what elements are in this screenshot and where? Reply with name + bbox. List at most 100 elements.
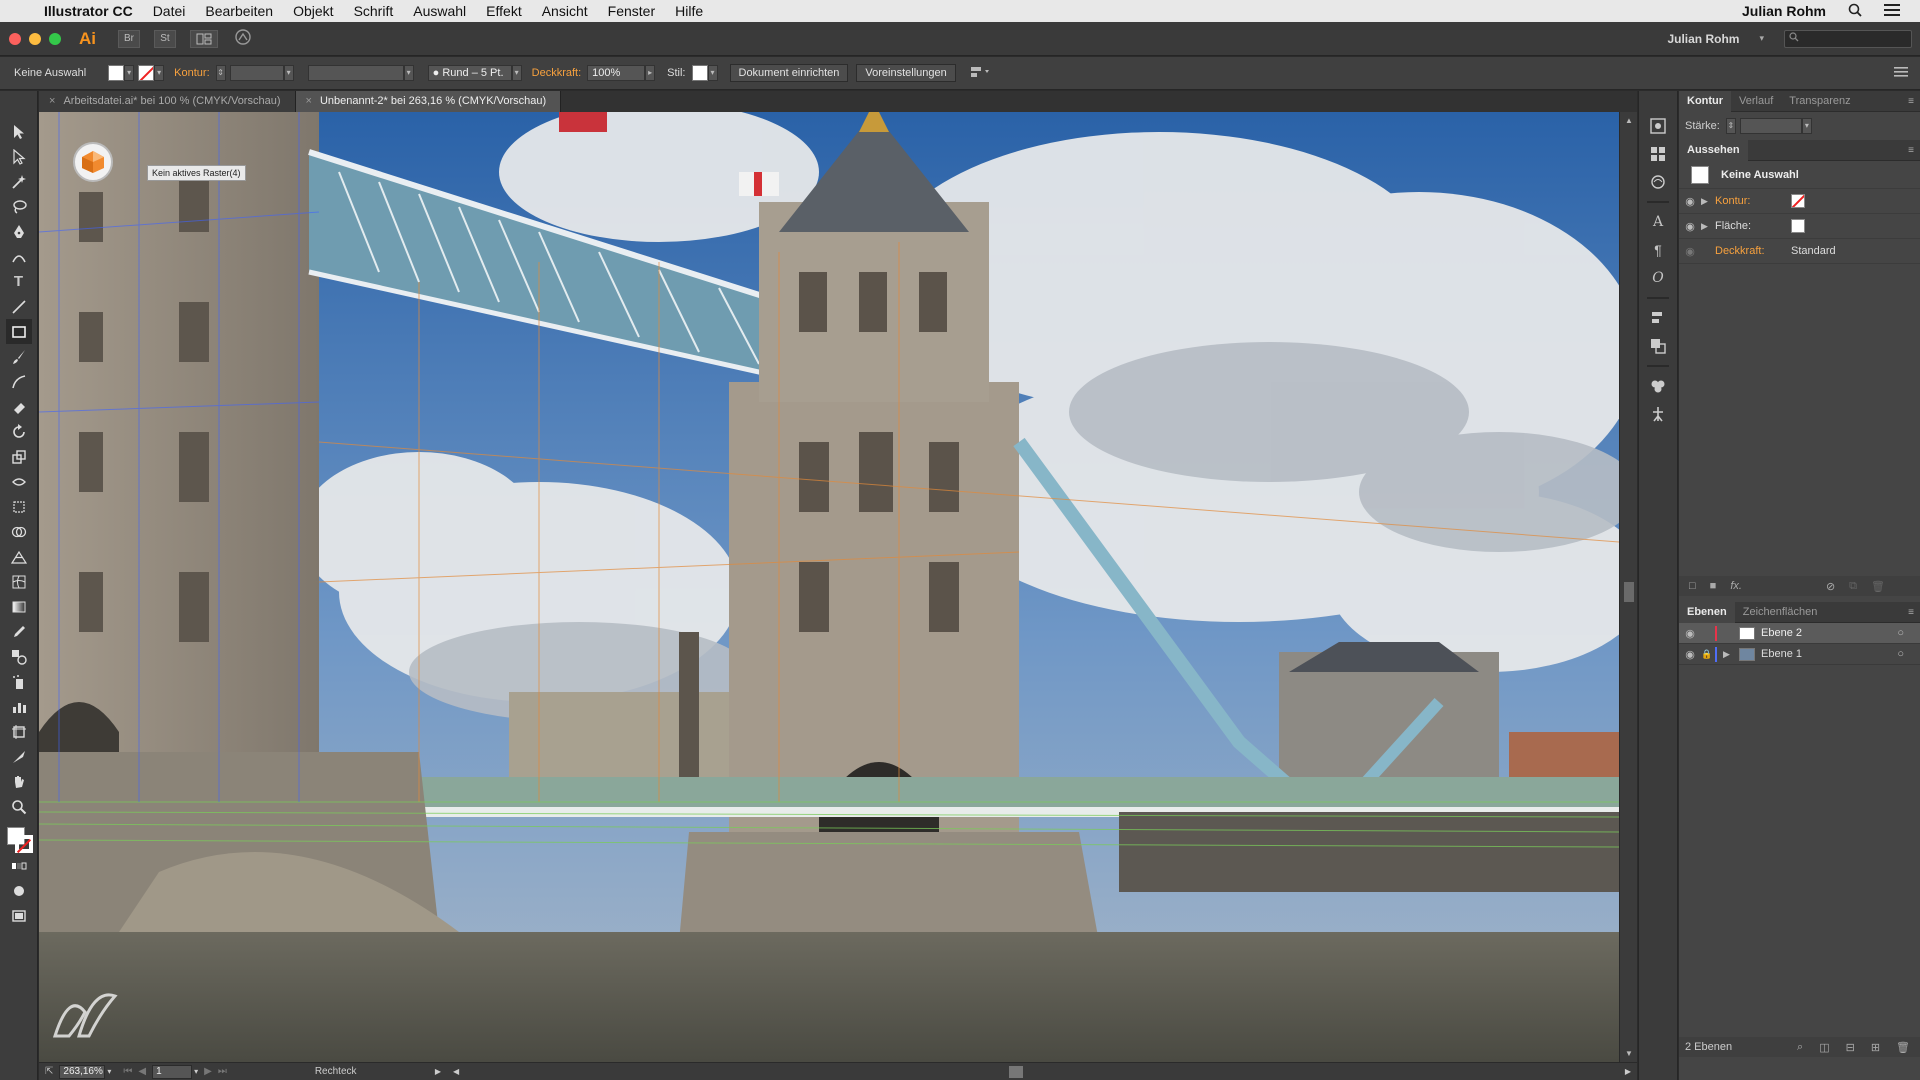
stroke-color-box[interactable] <box>14 835 33 853</box>
hand-tool-icon[interactable] <box>6 769 32 794</box>
direct-selection-tool-icon[interactable] <box>6 144 32 169</box>
clear-appearance-icon[interactable]: ⊘ <box>1826 580 1835 593</box>
blend-tool-icon[interactable] <box>6 644 32 669</box>
chevron-down-icon[interactable]: ▾ <box>1759 33 1764 44</box>
align-options-icon[interactable] <box>970 66 990 81</box>
menu-effekt[interactable]: Effekt <box>486 3 522 19</box>
graphic-style-dropdown[interactable]: ▾ <box>707 65 718 81</box>
bridge-button[interactable]: Br <box>118 29 140 48</box>
zoom-tool-icon[interactable] <box>6 794 32 819</box>
menu-hilfe[interactable]: Hilfe <box>675 3 703 19</box>
curvature-tool-icon[interactable] <box>6 244 32 269</box>
target-circle-icon[interactable]: ○ <box>1897 627 1904 639</box>
line-segment-tool-icon[interactable] <box>6 294 32 319</box>
system-user-name[interactable]: Julian Rohm <box>1742 3 1826 19</box>
scroll-up-icon[interactable]: ▲ <box>1625 116 1633 125</box>
scroll-down-icon[interactable]: ▼ <box>1625 1049 1633 1058</box>
menu-ansicht[interactable]: Ansicht <box>542 3 588 19</box>
next-artboard-icon[interactable]: ▶ <box>204 1066 212 1077</box>
character-icon[interactable]: A <box>1646 209 1670 234</box>
make-clipping-mask-icon[interactable]: ◫ <box>1819 1041 1829 1054</box>
arrange-documents-button[interactable] <box>190 29 218 48</box>
status-menu-icon[interactable]: ▶ <box>435 1067 441 1076</box>
tab-unbenannt-2[interactable]: × Unbenannt-2* bei 263,16 % (CMYK/Vorscha… <box>295 91 562 112</box>
profile-dropdown[interactable]: ▾ <box>403 65 414 81</box>
opacity-input[interactable]: 100% <box>587 65 646 81</box>
first-artboard-icon[interactable]: ⏮ <box>123 1066 132 1077</box>
shaper-tool-icon[interactable] <box>6 369 32 394</box>
zoom-dropdown-icon[interactable]: ▾ <box>107 1067 111 1076</box>
tab-transparenz[interactable]: Transparenz <box>1781 91 1858 112</box>
tab-zeichenflaechen[interactable]: Zeichenflächen <box>1735 602 1826 623</box>
visibility-eye-icon[interactable]: ◉ <box>1679 627 1701 640</box>
artboard-dropdown-icon[interactable]: ▾ <box>194 1067 198 1076</box>
stroke-weight-stepper[interactable]: ⇕ <box>1725 118 1736 134</box>
stroke-weight-dropdown[interactable]: ▾ <box>1801 118 1812 134</box>
swatches-icon[interactable] <box>1646 141 1670 166</box>
visibility-eye-icon[interactable]: ◉ <box>1679 245 1701 258</box>
current-tool-status[interactable]: Rechteck <box>315 1066 435 1077</box>
last-artboard-icon[interactable]: ⏭ <box>218 1066 227 1077</box>
perspective-grid-tool-icon[interactable] <box>6 544 32 569</box>
scrollbar-thumb[interactable] <box>1624 582 1634 602</box>
locate-object-icon[interactable]: ⌕ <box>1797 1041 1803 1054</box>
workspace-switcher[interactable]: Julian Rohm <box>1667 32 1739 46</box>
stroke-swatch[interactable] <box>138 65 155 81</box>
export-icon[interactable]: ⇱ <box>45 1066 53 1077</box>
mesh-tool-icon[interactable] <box>6 569 32 594</box>
tab-verlauf[interactable]: Verlauf <box>1731 91 1781 112</box>
tab-ebenen[interactable]: Ebenen <box>1679 601 1735 623</box>
expand-triangle-icon[interactable]: ▶ <box>1701 196 1715 207</box>
eraser-tool-icon[interactable] <box>6 394 32 419</box>
artboard-number-input[interactable]: 1 <box>152 1064 193 1079</box>
add-effect-icon[interactable]: fx. <box>1730 580 1742 592</box>
stroke-weight-stepper[interactable]: ⇕ <box>215 65 226 81</box>
symbols-icon[interactable] <box>1646 373 1670 398</box>
selection-tool-icon[interactable] <box>6 119 32 144</box>
minimize-window-button[interactable] <box>29 32 41 45</box>
opacity-slider-toggle[interactable]: ▸ <box>645 65 656 81</box>
zoom-level-input[interactable]: 263,16% <box>59 1064 106 1079</box>
app-menu[interactable]: Illustrator CC <box>44 3 133 19</box>
new-sublayer-icon[interactable]: ⊟ <box>1846 1041 1855 1054</box>
document-setup-button[interactable]: Dokument einrichten <box>729 64 849 82</box>
document-canvas[interactable]: Kein aktives Raster(4) <box>39 112 1619 1062</box>
pen-tool-icon[interactable] <box>6 219 32 244</box>
pathfinder-icon[interactable] <box>1646 333 1670 358</box>
menu-datei[interactable]: Datei <box>153 3 186 19</box>
rotate-tool-icon[interactable] <box>6 419 32 444</box>
appearance-fill-row[interactable]: ◉ ▶ Fläche: <box>1679 214 1920 239</box>
menu-bearbeiten[interactable]: Bearbeiten <box>205 3 273 19</box>
tab-aussehen[interactable]: Aussehen <box>1679 139 1748 161</box>
add-stroke-icon[interactable]: □ <box>1689 580 1696 592</box>
scale-tool-icon[interactable] <box>6 444 32 469</box>
eyedropper-tool-icon[interactable] <box>6 619 32 644</box>
stroke-weight-field[interactable] <box>1739 118 1802 134</box>
stroke-weight-input[interactable] <box>229 65 284 81</box>
width-tool-icon[interactable] <box>6 469 32 494</box>
opacity-label[interactable]: Deckkraft: <box>532 67 582 79</box>
spotlight-search-icon[interactable] <box>1848 3 1862 20</box>
fill-swatch[interactable] <box>108 65 125 81</box>
menu-fenster[interactable]: Fenster <box>608 3 655 19</box>
expand-triangle-icon[interactable]: ▶ <box>1701 221 1715 232</box>
color-mode-icon[interactable] <box>6 853 32 878</box>
appearance-fill-label[interactable]: Fläche: <box>1715 220 1791 232</box>
target-circle-icon[interactable]: ○ <box>1897 648 1904 660</box>
column-graph-tool-icon[interactable] <box>6 694 32 719</box>
layer-row-ebene-2[interactable]: ◉ Ebene 2 ○ <box>1679 623 1920 644</box>
appearance-fill-swatch[interactable] <box>1791 219 1805 233</box>
layer-name[interactable]: Ebene 2 <box>1761 627 1857 639</box>
visibility-eye-icon[interactable]: ◉ <box>1679 648 1701 661</box>
vertical-scrollbar[interactable]: ▲ ▼ <box>1619 112 1637 1062</box>
previous-artboard-icon[interactable]: ◀ <box>138 1066 146 1077</box>
appearance-opacity-label[interactable]: Deckkraft: <box>1715 245 1791 257</box>
brush-definition[interactable]: ● Rund – 5 Pt. <box>427 65 512 81</box>
notification-center-icon[interactable] <box>1884 3 1900 19</box>
appearance-opacity-row[interactable]: ◉ Deckkraft: Standard <box>1679 239 1920 264</box>
close-window-button[interactable] <box>9 32 21 45</box>
variable-width-profile[interactable] <box>307 65 404 81</box>
align-icon[interactable] <box>1646 305 1670 330</box>
menu-objekt[interactable]: Objekt <box>293 3 333 19</box>
magic-wand-tool-icon[interactable] <box>6 169 32 194</box>
